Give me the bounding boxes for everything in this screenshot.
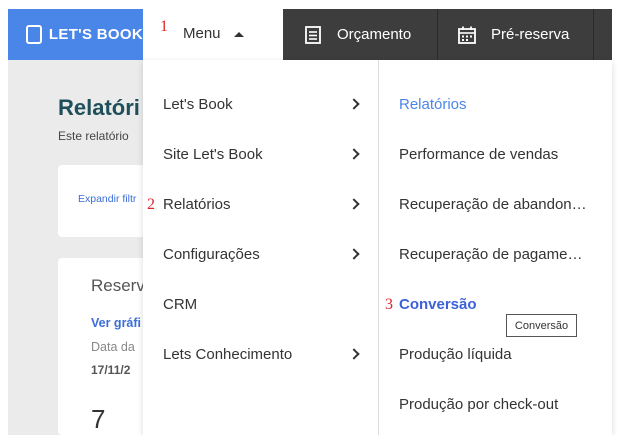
column-divider xyxy=(378,60,379,435)
menu-item-label: Lets Conhecimento xyxy=(163,345,293,363)
top-bar: LET'S BOOK Menu Orçamento Pré-reserva xyxy=(0,0,622,60)
submenu-item-producao-checkout[interactable]: Produção por check-out xyxy=(399,379,599,429)
tooltip: Conversão xyxy=(506,314,577,337)
menu-item-lets-book[interactable]: Let's Book xyxy=(143,79,378,129)
step-marker-3: 3 xyxy=(385,296,393,313)
calendar-icon xyxy=(458,26,476,44)
menu-item-label: Configurações xyxy=(163,245,260,263)
nav-pre-reserva[interactable]: Pré-reserva xyxy=(439,9,594,60)
card-title: Reserv xyxy=(91,276,145,295)
menu-item-site-lets-book[interactable]: Site Let's Book xyxy=(143,129,378,179)
submenu-item-recuperacao-abandono[interactable]: Recuperação de abandon… xyxy=(399,179,599,229)
logo-text: LET'S BOOK xyxy=(48,26,143,43)
submenu-item-performance[interactable]: Performance de vendas xyxy=(399,129,599,179)
page-subtitle: Este relatório xyxy=(58,129,129,143)
page-title: Relatóri xyxy=(58,95,140,120)
menu-item-label: Site Let's Book xyxy=(163,145,263,163)
step-marker-1: 1 xyxy=(160,18,168,35)
submenu-header-relatorios[interactable]: Relatórios xyxy=(399,79,599,129)
count-value: 7 xyxy=(91,404,106,434)
menu-item-label: Relatórios xyxy=(163,195,231,213)
submenu-item-recuperacao-pagamento[interactable]: Recuperação de pagame… xyxy=(399,229,599,279)
view-chart-link[interactable]: Ver gráfi xyxy=(91,316,141,330)
step-marker-2: 2 xyxy=(147,196,155,213)
document-icon xyxy=(305,25,321,44)
nav-pre-reserva-label: Pré-reserva xyxy=(491,26,570,43)
menu-item-lets-conhecimento[interactable]: Lets Conhecimento xyxy=(143,329,378,379)
chevron-right-icon xyxy=(348,248,360,260)
expand-filters-link[interactable]: Expandir filtr xyxy=(78,193,136,205)
chevron-right-icon xyxy=(348,198,360,210)
logo[interactable]: LET'S BOOK xyxy=(8,9,143,60)
menu-dropdown: Let's Book Site Let's Book Relatórios Co… xyxy=(143,60,612,435)
menu-item-crm[interactable]: CRM xyxy=(143,279,378,329)
menu-item-configuracoes[interactable]: Configurações xyxy=(143,229,378,279)
caret-up-icon xyxy=(234,32,244,37)
logo-square-icon xyxy=(26,25,42,44)
menu-item-label: CRM xyxy=(163,295,198,313)
menu-item-relatorios[interactable]: Relatórios xyxy=(143,179,378,229)
nav-orcamento-label: Orçamento xyxy=(337,26,412,43)
chevron-right-icon xyxy=(348,148,360,160)
nav-orcamento[interactable]: Orçamento xyxy=(283,9,438,60)
chevron-right-icon xyxy=(348,348,360,360)
date-label: Data da xyxy=(91,340,135,354)
date-value: 17/11/2 xyxy=(91,363,131,377)
nav-bar: Orçamento Pré-reserva xyxy=(283,9,612,60)
chevron-right-icon xyxy=(348,98,360,110)
menu-label: Menu xyxy=(183,25,221,42)
menu-item-label: Let's Book xyxy=(163,95,233,113)
